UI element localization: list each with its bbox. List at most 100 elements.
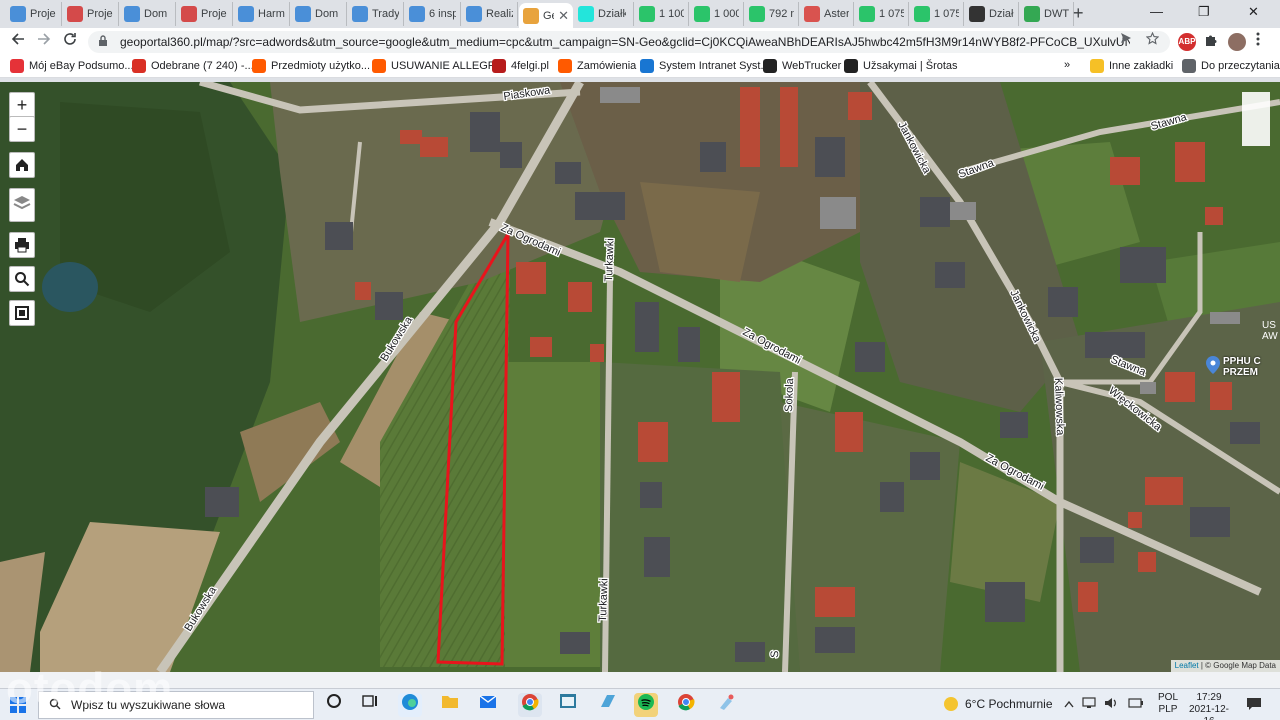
folder-icon [1090, 59, 1104, 73]
lock-icon[interactable] [98, 34, 110, 50]
minimize-button[interactable]: — [1150, 2, 1163, 22]
tray-chevron-icon[interactable] [1064, 697, 1074, 711]
road-label: Turkawki [603, 238, 617, 282]
browser-tab[interactable]: Dom [120, 2, 176, 26]
bookmark-item[interactable]: Przedmioty użytko... [252, 59, 370, 73]
browser-tab[interactable]: Aster [800, 2, 854, 26]
notifications-icon[interactable] [1246, 697, 1262, 714]
doc-icon [804, 6, 820, 22]
maximize-button[interactable]: ❐ [1198, 2, 1210, 22]
address-bar[interactable]: geoportal360.pl/map/?src=adwords&utm_sou… [88, 31, 1170, 53]
bookmark-item[interactable]: Mój eBay Podsumo... [10, 59, 134, 73]
map-attribution: Leaflet | © Google Map Data [1170, 660, 1280, 672]
poi-label: PPHU C [1223, 356, 1261, 367]
browser-tab[interactable]: Proje [63, 2, 119, 26]
star-bookmark-icon[interactable] [1145, 31, 1160, 48]
battery-icon[interactable] [1128, 697, 1144, 711]
app-window-icon[interactable] [556, 693, 580, 717]
send-icon[interactable] [1120, 32, 1132, 47]
browser-tab[interactable]: Ge ✕ [519, 3, 573, 28]
bookmark-item[interactable]: Odebrane (7 240) -... [132, 59, 254, 73]
satellite-imagery[interactable]: Piaskowa Za Ogrodami Za Ogrodami Za Ogro… [0, 82, 1280, 672]
browser-tab[interactable]: Działk [574, 2, 634, 26]
zoom-in-button[interactable]: + [9, 92, 35, 118]
browser-tab[interactable]: Działk [965, 2, 1019, 26]
forward-button[interactable] [34, 32, 54, 52]
bookmarks-overflow-button[interactable]: » [1064, 59, 1070, 71]
notes-app-icon[interactable] [596, 693, 620, 717]
map-side-panel-handle[interactable] [1242, 92, 1270, 146]
fullscreen-button[interactable] [9, 300, 35, 326]
map-viewport[interactable]: Piaskowa Za Ogrodami Za Ogrodami Za Ogro… [0, 82, 1280, 672]
browser-tab[interactable]: 1 100 [635, 2, 689, 26]
browser-tab[interactable]: Proje [6, 2, 62, 26]
bookmark-item[interactable]: Inne zakładki [1090, 59, 1173, 73]
chrome-profile-icon[interactable] [674, 693, 698, 717]
bookmark-item[interactable]: Zamówienia [558, 59, 636, 73]
printer-icon [15, 238, 29, 253]
poi-marker[interactable]: PPHU C PRZEM [1206, 356, 1261, 378]
close-tab-icon[interactable]: ✕ [558, 8, 569, 24]
zoom-out-button[interactable]: − [9, 116, 35, 142]
browser-toolbar: geoportal360.pl/map/?src=adwords&utm_sou… [0, 28, 1280, 56]
tab-title: 1 075 [879, 8, 904, 20]
taskbar-search-input[interactable]: Wpisz tu wyszukiwane słowa [38, 691, 314, 719]
bookmark-label: 4felgi.pl [511, 60, 549, 72]
browser-tab[interactable]: Harm [234, 2, 290, 26]
input-language-indicator[interactable]: POL PLP [1158, 692, 1178, 716]
edge-browser-icon[interactable] [398, 693, 422, 717]
tab-title: Dom [144, 8, 168, 20]
browser-tab[interactable]: Trady [348, 2, 404, 26]
estate-icon [124, 6, 140, 22]
browser-tab[interactable]: 792 n [745, 2, 799, 26]
house-icon [181, 6, 197, 22]
paint-app-icon[interactable] [714, 693, 738, 717]
road-label: Sokola [783, 377, 796, 412]
spotify-icon[interactable] [634, 693, 658, 717]
weather-widget[interactable]: 6°C Pochmurnie [944, 697, 1053, 711]
browser-tab[interactable]: Dom [291, 2, 347, 26]
menu-dots-icon[interactable] [1256, 32, 1260, 49]
puzzle-extensions-icon[interactable] [1202, 33, 1220, 51]
tab-title: Proje [87, 8, 113, 20]
mail-icon[interactable] [476, 693, 500, 717]
windows-start-button[interactable] [10, 697, 26, 716]
cortana-icon[interactable] [322, 693, 346, 717]
bookmark-item[interactable]: 4felgi.pl [492, 59, 549, 73]
file-explorer-icon[interactable] [438, 693, 462, 717]
browser-tab[interactable]: 1 075 [855, 2, 909, 26]
bookmark-label: Zamówienia [577, 60, 637, 72]
browser-tab[interactable]: DWTr [1020, 2, 1074, 26]
adblock-extension-icon[interactable]: ABP [1178, 33, 1196, 51]
leaflet-link[interactable]: Leaflet [1175, 661, 1199, 670]
bookmark-item[interactable]: Užsakymai | Šrotas [844, 59, 958, 73]
geoportal-icon [523, 7, 539, 24]
task-view-icon[interactable] [358, 693, 382, 717]
url-text[interactable]: geoportal360.pl/map/?src=adwords&utm_sou… [120, 35, 1130, 49]
home-button[interactable] [9, 152, 35, 178]
bookmark-item[interactable]: WebTrucker [763, 59, 841, 73]
reload-button[interactable] [60, 32, 80, 52]
bookmark-item[interactable]: System Intranet Syst... [640, 59, 770, 73]
system-clock[interactable]: 17:29 2021-12-16 [1186, 692, 1232, 720]
browser-tab[interactable]: 1 000 [690, 2, 744, 26]
browser-tab[interactable]: 1 075 [910, 2, 964, 26]
new-tab-button[interactable]: + [1073, 3, 1084, 23]
bookmark-item[interactable]: USUWANIE ALLEGRO [372, 59, 504, 73]
chrome-icon[interactable] [518, 693, 542, 717]
browser-tab[interactable]: Realiz [462, 2, 518, 26]
clock-date: 2021-12-16 [1188, 704, 1230, 720]
back-button[interactable] [8, 32, 28, 52]
layers-button[interactable] [9, 188, 35, 222]
home-icon [16, 159, 28, 171]
profile-avatar[interactable] [1228, 33, 1246, 51]
tab-title: 1 075 [934, 8, 959, 20]
bookmark-item[interactable]: Do przeczytania [1182, 59, 1280, 73]
print-button[interactable] [9, 232, 35, 258]
browser-tab[interactable]: Proje [177, 2, 233, 26]
browser-tab[interactable]: 6 insp [405, 2, 461, 26]
search-button[interactable] [9, 266, 35, 292]
close-window-button[interactable]: ✕ [1248, 2, 1259, 22]
speaker-icon[interactable] [1104, 697, 1118, 712]
network-icon[interactable] [1082, 697, 1096, 712]
